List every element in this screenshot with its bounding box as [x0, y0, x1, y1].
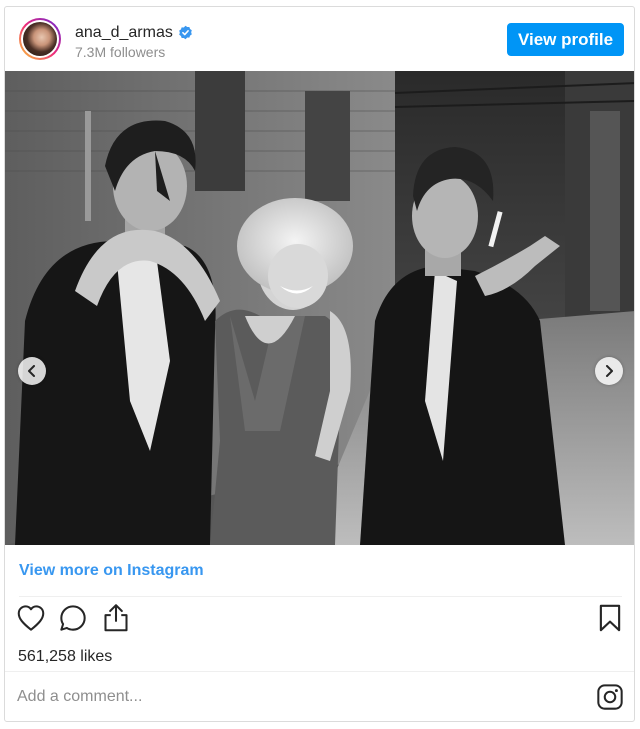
username-row: ana_d_armas	[75, 23, 193, 42]
share-icon	[104, 604, 128, 632]
avatar-ring-gap	[21, 20, 59, 58]
view-more-link[interactable]: View more on Instagram	[19, 561, 204, 581]
like-count: 561,258 likes	[18, 648, 113, 665]
save-button[interactable]	[595, 603, 625, 633]
comment-icon	[60, 605, 86, 631]
view-profile-button[interactable]: View profile	[507, 23, 624, 56]
follower-count: 7.3M followers	[75, 44, 166, 60]
carousel-prev-button[interactable]	[18, 357, 46, 385]
bookmark-icon	[599, 604, 621, 632]
instagram-embed-card: ana_d_armas 7.3M followers View profile	[4, 6, 635, 722]
post-photo-image	[5, 71, 634, 545]
chevron-left-icon	[28, 365, 35, 377]
avatar-photo	[23, 22, 57, 56]
comment-input[interactable]	[17, 682, 577, 712]
post-photo[interactable]	[5, 71, 634, 545]
action-bar	[5, 603, 634, 635]
divider	[5, 671, 634, 672]
divider	[19, 596, 622, 597]
comment-button[interactable]	[58, 603, 88, 633]
username-link[interactable]: ana_d_armas	[75, 23, 173, 42]
share-button[interactable]	[101, 603, 131, 633]
instagram-logo-icon[interactable]	[596, 683, 624, 711]
post-header: ana_d_armas 7.3M followers View profile	[5, 7, 634, 70]
heart-icon	[17, 605, 45, 631]
like-button[interactable]	[16, 603, 46, 633]
verified-badge-icon	[179, 25, 192, 40]
chevron-right-icon	[606, 365, 613, 377]
carousel-next-button[interactable]	[595, 357, 623, 385]
avatar[interactable]	[19, 18, 61, 60]
